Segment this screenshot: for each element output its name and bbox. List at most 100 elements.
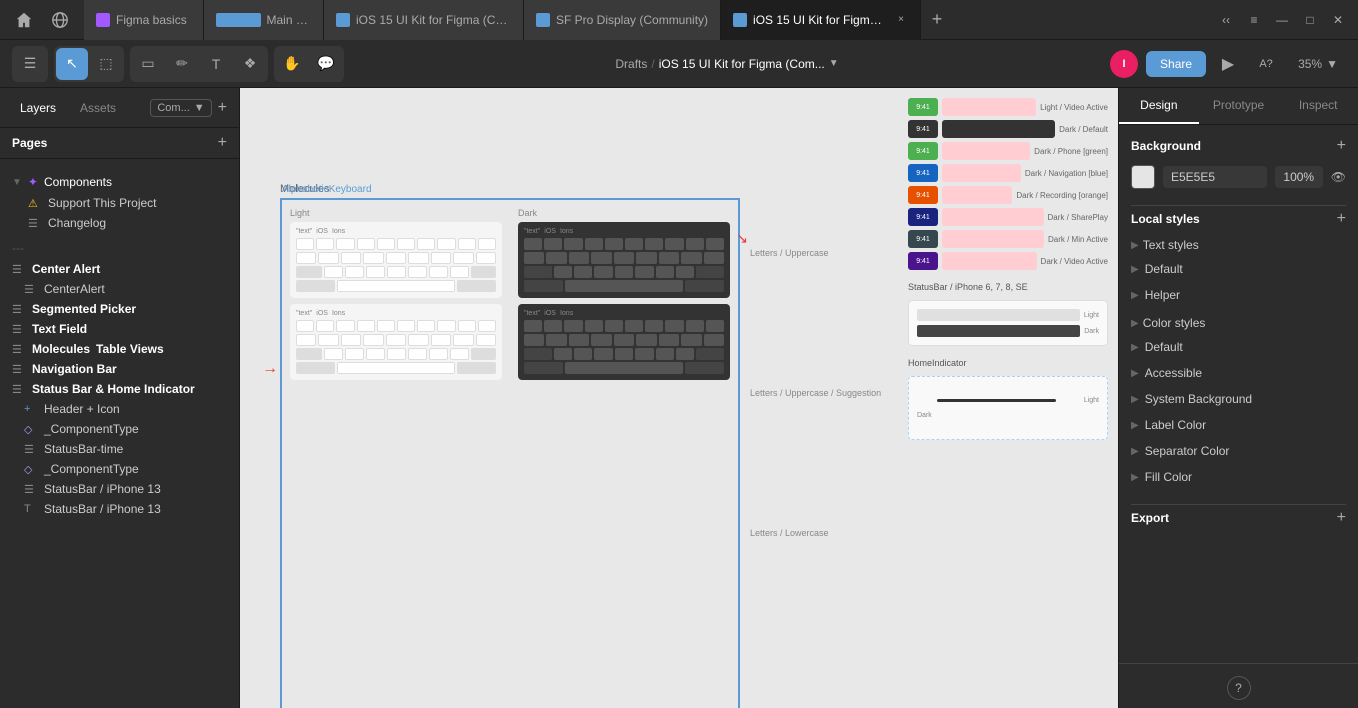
- comment-tool[interactable]: 💬: [310, 48, 342, 80]
- tab-main-page[interactable]: Main page: [204, 0, 324, 40]
- statusbar-iphone-container: Light Dark: [908, 300, 1108, 346]
- sidebar-item-table-views[interactable]: ☰ Molecules Table Views: [0, 339, 239, 359]
- tab-design[interactable]: Design: [1119, 88, 1199, 124]
- background-eye-icon[interactable]: 👁: [1331, 170, 1346, 184]
- default-style-arrow-icon: ▶: [1131, 264, 1139, 275]
- key-m: [450, 266, 469, 278]
- statusbar-label-7: Dark / Min Active: [1048, 235, 1108, 244]
- color-style-accessible[interactable]: ▶ Accessible: [1131, 362, 1346, 384]
- textfield-icon: ☰: [12, 323, 26, 336]
- sidebar-item-header-icon[interactable]: + Header + Icon: [0, 399, 239, 419]
- tabs-nav-next[interactable]: ≡: [1242, 8, 1266, 32]
- tab-ios-kit-1[interactable]: iOS 15 UI Kit for Figma (Com...: [324, 0, 524, 40]
- style-item-helper[interactable]: ▶ Helper: [1131, 284, 1346, 306]
- sidebar-item-navigation-bar[interactable]: ☰ Navigation Bar: [0, 359, 239, 379]
- color-style-separator[interactable]: ▶ Separator Color: [1131, 440, 1346, 462]
- pen-tool[interactable]: ✏: [166, 48, 198, 80]
- tabs-nav: ‹‹ ≡ — □ ✕: [1206, 8, 1358, 32]
- color-style-label-color[interactable]: ▶ Label Color: [1131, 414, 1346, 436]
- window-minimize[interactable]: —: [1270, 8, 1294, 32]
- tab-close-icon[interactable]: ×: [894, 13, 908, 27]
- component-tool[interactable]: ❖: [234, 48, 266, 80]
- tab-add-button[interactable]: +: [921, 0, 953, 40]
- sidebar-item-centeralert[interactable]: ☰ CenterAlert: [0, 279, 239, 299]
- sidebar-item-text-field[interactable]: ☰ Text Field: [0, 319, 239, 339]
- share-button[interactable]: Share: [1146, 51, 1206, 77]
- window-maximize[interactable]: □: [1298, 8, 1322, 32]
- letters-uppercase-suggestion-label: Letters / Uppercase / Suggestion: [750, 388, 881, 398]
- hand-tool[interactable]: ✋: [276, 48, 308, 80]
- com-button[interactable]: Com... ▼: [150, 99, 211, 117]
- background-section: Background + E5E5E5 100% 👁: [1131, 137, 1346, 189]
- home-icon[interactable]: [8, 4, 40, 36]
- local-styles-add-icon[interactable]: +: [1337, 210, 1346, 228]
- sidebar-add-icon[interactable]: +: [218, 99, 227, 117]
- helper-style-label: Helper: [1145, 288, 1180, 302]
- canvas[interactable]: Molecules AlphabeticKeyboard Light: [240, 88, 1118, 708]
- key-u: [417, 238, 435, 250]
- pages-add-icon[interactable]: +: [218, 134, 227, 152]
- play-button[interactable]: ▶: [1214, 50, 1242, 78]
- keyboard-light-dark: Light "text"iOSIons: [282, 200, 738, 708]
- statusbar-label-5: Dark / Recording [orange]: [1016, 191, 1108, 200]
- statusbar-badge-4: 9:41: [908, 164, 938, 182]
- sidebar-tab-assets[interactable]: Assets: [72, 97, 124, 119]
- toolbar: ☰ ↖ ⬚ ▭ ✏ T ❖ ✋ 💬 Drafts / iOS 15 UI Kit…: [0, 40, 1358, 88]
- window-close[interactable]: ✕: [1326, 8, 1350, 32]
- export-add-icon[interactable]: +: [1337, 509, 1346, 527]
- tabs-nav-prev[interactable]: ‹‹: [1214, 8, 1238, 32]
- figma-aa-button[interactable]: A?: [1250, 48, 1282, 80]
- export-section-header: Export +: [1131, 509, 1346, 527]
- select-tool[interactable]: ↖: [56, 48, 88, 80]
- help-button[interactable]: ?: [1227, 676, 1251, 700]
- statusbar-row-3: 9:41 Dark / Phone [green]: [908, 142, 1108, 160]
- tab-ios-kit-2[interactable]: iOS 15 UI Kit for Figma (Co... ×: [721, 0, 921, 40]
- sidebar-item-support[interactable]: ⚠ Support This Project: [0, 193, 239, 213]
- sidebar-item-segmented-picker[interactable]: ☰ Segmented Picker: [0, 299, 239, 319]
- sidebar-tab-layers[interactable]: Layers: [12, 97, 64, 119]
- tab-inspect[interactable]: Inspect: [1278, 88, 1358, 124]
- color-style-system-bg[interactable]: ▶ System Background: [1131, 388, 1346, 410]
- tab-figma-basics[interactable]: Figma basics: [84, 0, 204, 40]
- drafts-menu-button[interactable]: ☰: [14, 48, 46, 80]
- background-swatch[interactable]: [1131, 165, 1155, 189]
- background-hex[interactable]: E5E5E5: [1163, 166, 1267, 188]
- statusbar-iphone-dark: Dark: [917, 325, 1099, 337]
- statusbar-content-5: [942, 186, 1012, 204]
- background-add-icon[interactable]: +: [1337, 137, 1346, 155]
- sidebar-content: ▼ ✦ Components ⚠ Support This Project ☰ …: [0, 159, 239, 708]
- sidebar-item-changelog[interactable]: ☰ Changelog: [0, 213, 239, 233]
- breadcrumb[interactable]: Drafts / iOS 15 UI Kit for Figma (Com...…: [615, 57, 838, 71]
- statusbar-row-5: 9:41 Dark / Recording [orange]: [908, 186, 1108, 204]
- shape-tool[interactable]: ▭: [132, 48, 164, 80]
- color-style-fill[interactable]: ▶ Fill Color: [1131, 466, 1346, 488]
- sidebar-item-status-bar[interactable]: ☰ Status Bar & Home Indicator: [0, 379, 239, 399]
- sidebar-item-center-alert[interactable]: ☰ Center Alert: [0, 259, 239, 279]
- globe-icon[interactable]: [44, 4, 76, 36]
- changelog-icon: ☰: [28, 217, 42, 230]
- home-indicator-bar-light: [937, 399, 1056, 402]
- frame-tool[interactable]: ⬚: [90, 48, 122, 80]
- zoom-level[interactable]: 35% ▼: [1290, 53, 1346, 75]
- tab-sf-pro[interactable]: SF Pro Display (Community): [524, 0, 721, 40]
- sidebar-item-statusbar-iphone13[interactable]: ☰ StatusBar / iPhone 13: [0, 479, 239, 499]
- components-star-icon: ✦: [28, 175, 38, 189]
- center-alert-label: Center Alert: [32, 262, 100, 276]
- sidebar-item-component-type-2[interactable]: ◇ _ComponentType: [0, 459, 239, 479]
- key-y: [397, 238, 415, 250]
- style-item-default[interactable]: ▶ Default: [1131, 258, 1346, 280]
- color-style-default[interactable]: ▶ Default: [1131, 336, 1346, 358]
- color-systembg-arrow-icon: ▶: [1131, 394, 1139, 405]
- alphabetic-keyboard-frame[interactable]: AlphabeticKeyboard Light "text"iOSIons: [280, 198, 740, 708]
- sidebar-item-component-type-1[interactable]: ◇ _ComponentType: [0, 419, 239, 439]
- text-styles-header[interactable]: ▶ Text styles: [1131, 238, 1346, 252]
- sidebar-item-statusbar-time[interactable]: ☰ StatusBar-time: [0, 439, 239, 459]
- sidebar-item-statusbar-iphone13-text[interactable]: T StatusBar / iPhone 13: [0, 499, 239, 519]
- tab-prototype[interactable]: Prototype: [1199, 88, 1279, 124]
- background-opacity[interactable]: 100%: [1275, 166, 1323, 188]
- components-section-header[interactable]: ▼ ✦ Components: [0, 171, 239, 193]
- statusbartime-label: StatusBar-time: [44, 442, 123, 456]
- color-styles-header[interactable]: ▶ Color styles: [1131, 316, 1346, 330]
- text-tool[interactable]: T: [200, 48, 232, 80]
- key-z: [324, 266, 343, 278]
